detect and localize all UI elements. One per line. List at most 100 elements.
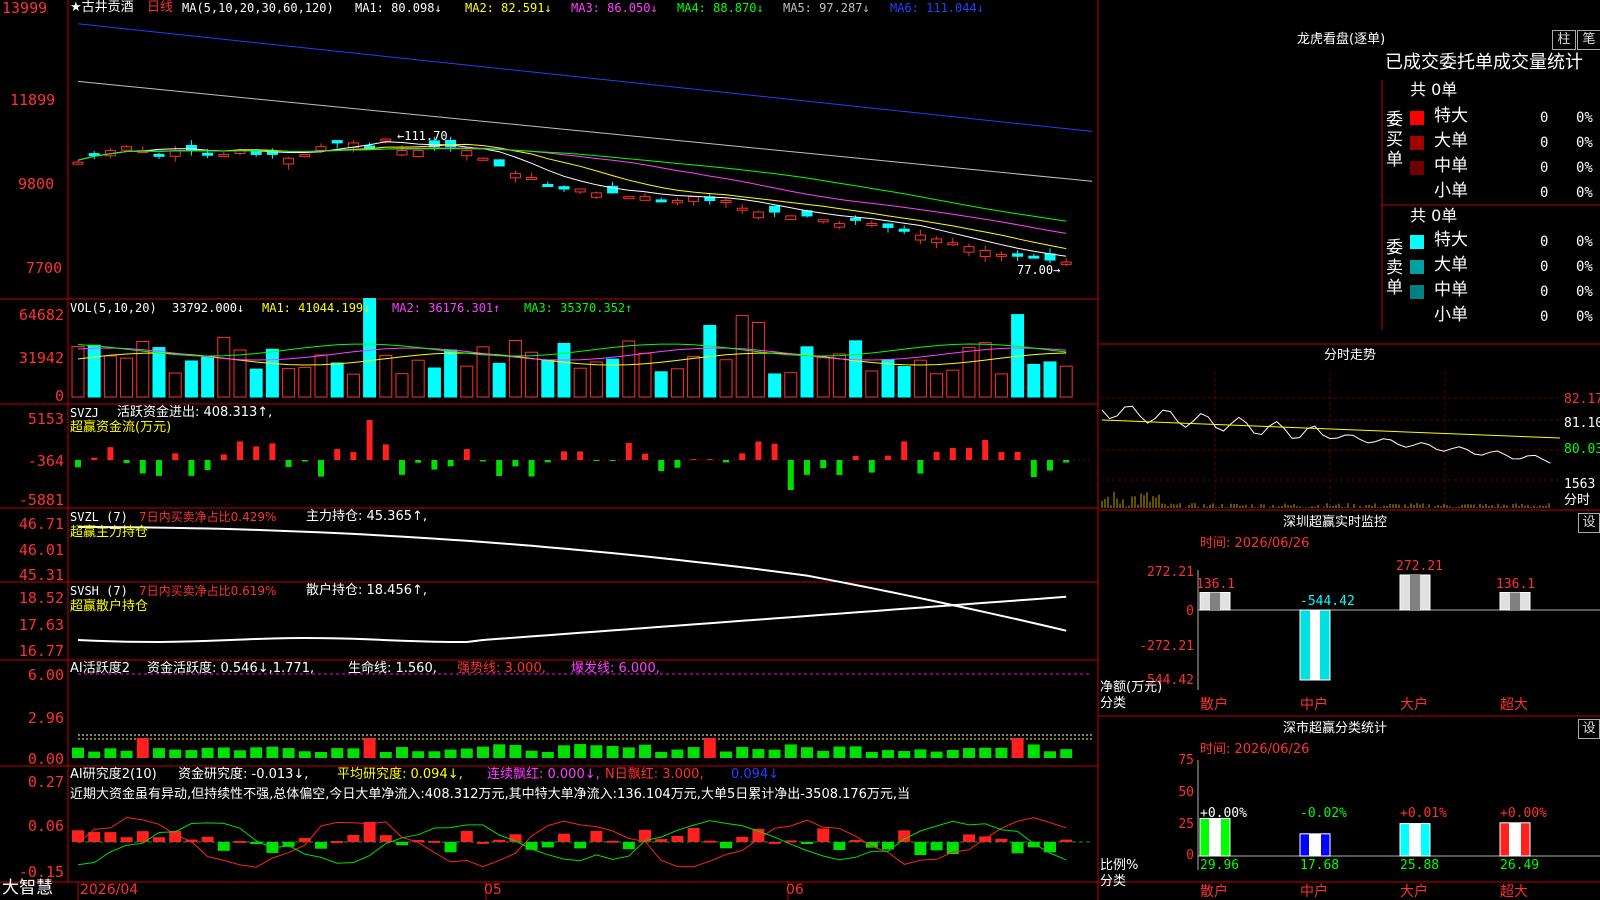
active-bar [833, 746, 846, 758]
flow-bar [917, 460, 924, 474]
bar-view-button[interactable]: 柱 [1552, 30, 1576, 50]
active-axis-label: 2.96 [27, 709, 64, 727]
classify-axis-label: 25 [1178, 817, 1194, 832]
candle [1028, 255, 1040, 259]
candle [121, 146, 133, 151]
intraday-axis-label: 80.03 [1564, 442, 1600, 457]
active-bar [396, 747, 408, 758]
flow-bar [220, 454, 227, 460]
volume-bar [249, 368, 263, 398]
monitor-bar-value: -544.42 [1300, 594, 1355, 609]
research-value: 资金研究度: -0.013↓, [178, 767, 309, 782]
candle [769, 205, 781, 213]
monitor-settings-button[interactable]: 设 [1578, 513, 1600, 533]
active-value: 资金活跃度: 0.546↓,1.771, [147, 661, 315, 676]
research-bar [703, 840, 716, 843]
candle [331, 140, 343, 144]
classify-bar-shade [1509, 822, 1521, 856]
price-axis-label: 13999 [2, 0, 48, 17]
flow-bar [139, 460, 146, 474]
red-streak-value: 连续飘红: 0.000↓, [487, 767, 600, 782]
volume-bar [654, 371, 668, 398]
vol-axis-label: 0 [54, 387, 64, 405]
active-bar [477, 746, 489, 758]
candle [979, 249, 991, 258]
active-bar [363, 738, 376, 758]
flow-bar [690, 459, 697, 461]
active-bar [315, 751, 327, 758]
research-bar [817, 828, 830, 842]
date-label: 05 [484, 882, 502, 898]
active-bar [622, 747, 635, 758]
flow-bar [350, 452, 357, 460]
research-bar [736, 836, 749, 842]
order-count: 0 [1540, 110, 1549, 126]
intraday-avg-line [1101, 419, 1561, 439]
candle [202, 152, 214, 156]
candle [882, 223, 894, 228]
volume-bar [768, 373, 782, 398]
active-bar [428, 751, 441, 758]
monitor-axis-label: 272.21 [1147, 565, 1194, 580]
intraday-axis-label: 81.10 [1564, 416, 1600, 431]
active-bar [849, 746, 862, 758]
stock-name[interactable]: ★古井贡酒 [70, 0, 134, 16]
active-bar [347, 748, 360, 758]
active-bar [914, 749, 927, 758]
candle [574, 188, 586, 193]
volume-bar [751, 321, 765, 398]
vol-ma-label: MA1: 41044.199↓ [262, 301, 371, 315]
svzj-axis-label: -364 [27, 452, 64, 470]
candle [720, 200, 732, 204]
classify-bar-value: 26.49 [1500, 858, 1540, 873]
flow-bar [739, 453, 746, 460]
volume-bar [460, 365, 474, 398]
vol-axis-label: 31942 [18, 349, 64, 367]
flow-bar [528, 460, 535, 477]
active-bar [882, 750, 894, 758]
flow-bar [771, 443, 778, 460]
sell-orders-label: 委卖单 [1386, 238, 1403, 298]
candle [493, 159, 505, 167]
flow-bar [334, 449, 341, 460]
order-swatch [1410, 285, 1424, 299]
monitor-bar-shade [1210, 592, 1220, 610]
order-type-label: 中单 [1434, 156, 1468, 176]
research-bar [720, 842, 732, 849]
classify-bar-shade [1309, 833, 1321, 856]
trade-view-button[interactable]: 笔 [1577, 30, 1600, 50]
volume-bar [314, 354, 328, 398]
monitor-bar-value: 136.1 [1196, 576, 1236, 592]
app-name[interactable]: 大智慧 [2, 880, 53, 897]
classify-settings-button[interactable]: 设 [1578, 719, 1600, 739]
candle [947, 242, 959, 246]
high-price-marker: ←111.70 [397, 129, 448, 143]
candle [396, 150, 408, 156]
volume-bar [184, 360, 198, 398]
monitor-category: 散户 [1200, 697, 1228, 713]
order-type-label: 小单 [1434, 181, 1468, 201]
monitor-title: 深圳超赢实时监控 [1282, 515, 1388, 530]
volume-bar [1027, 363, 1041, 398]
avg-research-value: 平均研究度: 0.094↓, [337, 767, 463, 782]
flow-bar [107, 447, 114, 460]
flow-bar [172, 453, 179, 460]
classify-category: 大户 [1400, 884, 1428, 900]
svsh-axis-label: 16.77 [18, 642, 64, 660]
svzl-axis-label: 46.71 [18, 515, 64, 533]
research-bar [104, 832, 117, 842]
candle [817, 219, 829, 223]
order-pct: 0% [1576, 234, 1593, 250]
volume-bar [282, 368, 296, 398]
candle [785, 215, 797, 220]
candle [995, 253, 1007, 257]
volume-bar [670, 368, 684, 398]
date-label: 2026/04 [80, 882, 139, 898]
research-bar [477, 841, 489, 844]
flow-bar [836, 460, 843, 475]
period-label[interactable]: 日线 [147, 0, 173, 16]
active-title: AI活跃度2 [70, 661, 130, 676]
active-bar [525, 750, 538, 758]
svsh-axis-label: 18.52 [18, 589, 64, 607]
monitor-bar-shade [1310, 610, 1320, 680]
